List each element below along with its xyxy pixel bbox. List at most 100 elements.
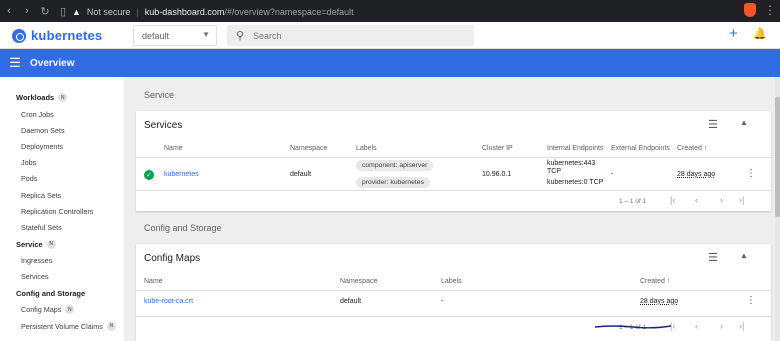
header-divider: [136, 157, 771, 158]
column-header-name[interactable]: Name: [144, 278, 163, 285]
sidebar-nav: Workloads N Cron Jobs Daemon Sets Deploy…: [0, 77, 124, 341]
column-header-created[interactable]: Created ↑: [640, 278, 670, 285]
column-header-cluster-ip[interactable]: Cluster IP: [482, 145, 513, 152]
column-header-namespace[interactable]: Namespace: [290, 145, 327, 152]
sidebar-section-label: Config and Storage: [16, 288, 86, 298]
namespace-badge: N: [46, 239, 56, 249]
notifications-bell-icon[interactable]: 🔔: [753, 27, 767, 40]
config-map-name-link[interactable]: kube-root-ca.crt: [144, 298, 193, 305]
last-page-icon[interactable]: ›|: [739, 195, 744, 205]
column-header-name[interactable]: Name: [164, 145, 183, 152]
last-page-icon[interactable]: ›|: [739, 321, 744, 331]
search-input[interactable]: [253, 30, 453, 41]
namespace-badge: N: [65, 305, 75, 315]
sidebar-item-config-maps[interactable]: Config Maps N: [0, 302, 124, 318]
reload-icon[interactable]: ↻: [36, 5, 54, 18]
filter-icon[interactable]: ☰: [708, 251, 718, 264]
first-page-icon[interactable]: |‹: [670, 195, 675, 205]
browser-menu-icon[interactable]: ⋮: [764, 3, 776, 17]
next-page-icon[interactable]: ›: [720, 195, 723, 205]
url-host: kub-dashboard.com: [144, 6, 225, 17]
more-options-icon[interactable]: ⋮: [746, 295, 756, 306]
sidebar-item-label: Config Maps: [21, 305, 62, 315]
sidebar-item-replication-controllers[interactable]: Replication Controllers: [0, 203, 124, 219]
filter-icon[interactable]: ☰: [708, 118, 718, 131]
column-header-created[interactable]: Created ↑: [677, 145, 707, 152]
config-map-labels: -: [441, 298, 444, 305]
column-header-labels[interactable]: Labels: [356, 145, 377, 152]
chevron-up-icon[interactable]: ▲: [740, 251, 748, 260]
kubernetes-logo[interactable]: kubernetes: [12, 28, 102, 43]
namespace-selector[interactable]: default ▼: [133, 25, 217, 46]
namespace-badge: N: [58, 93, 68, 102]
config-map-namespace: default: [340, 298, 362, 305]
more-options-icon[interactable]: ⋮: [746, 168, 756, 179]
services-card: Services ☰ ▲ Name Namespace Labels Clust…: [136, 111, 771, 211]
page-toolbar: ☰ Overview: [0, 49, 780, 77]
dropdown-caret-icon: ▼: [202, 30, 210, 39]
next-page-icon[interactable]: ›: [720, 321, 723, 331]
config-maps-card: Config Maps ☰ ▲ Name Namespace Labels Cr…: [136, 244, 771, 341]
back-icon[interactable]: ‹: [0, 5, 18, 17]
sidebar-section-service[interactable]: Service N: [0, 236, 124, 253]
header-divider: [136, 290, 771, 291]
sidebar-item-deployments[interactable]: Deployments: [0, 138, 124, 154]
section-heading-config-and-storage: Config and Storage: [144, 223, 222, 233]
security-label: Not secure: [86, 6, 131, 17]
row-divider: [136, 316, 771, 317]
browser-toolbar: ‹ › ↻ ▯ ▲ Not secure | kub-dashboard.com…: [0, 0, 780, 22]
service-name-link[interactable]: kubernetes: [164, 171, 199, 178]
hamburger-menu-icon[interactable]: ☰: [0, 55, 30, 71]
create-plus-icon[interactable]: +: [729, 25, 738, 42]
sidebar-item-cron-jobs[interactable]: Cron Jobs: [0, 106, 124, 122]
sidebar-item-services[interactable]: Services: [0, 269, 124, 285]
pen-annotation-mark: [594, 325, 672, 329]
previous-page-icon[interactable]: ‹: [695, 321, 698, 331]
card-title: Services: [144, 120, 183, 131]
label-chip: component: apiserver: [356, 160, 434, 171]
search-box[interactable]: ⚲: [227, 25, 474, 46]
service-cluster-ip: 10.96.0.1: [482, 171, 512, 178]
app-title: kubernetes: [31, 28, 103, 43]
brave-shield-icon[interactable]: [744, 3, 756, 17]
column-header-labels[interactable]: Labels: [441, 278, 462, 285]
sidebar-section-workloads[interactable]: Workloads N: [0, 89, 124, 106]
column-header-namespace[interactable]: Namespace: [340, 278, 377, 285]
previous-page-icon[interactable]: ‹: [695, 195, 698, 205]
sidebar-item-pods[interactable]: Pods: [0, 171, 124, 187]
namespace-badge: N: [106, 321, 116, 331]
scrollbar-thumb[interactable]: [775, 97, 780, 217]
pagination-range: 1 – 1 of 1: [619, 198, 647, 205]
sidebar-item-replica-sets[interactable]: Replica Sets: [0, 187, 124, 203]
warning-icon: ▲: [72, 6, 81, 17]
label-chip: provider: kubernetes: [356, 177, 430, 188]
service-created: 28 days ago: [677, 171, 716, 178]
sidebar-item-daemon-sets[interactable]: Daemon Sets: [0, 122, 124, 138]
internal-endpoint: kubernetes:443: [547, 160, 596, 167]
sidebar-item-stateful-sets[interactable]: Stateful Sets: [0, 219, 124, 235]
main-content: Service Services ☰ ▲ Name Namespace Labe…: [124, 77, 780, 341]
column-header-external-endpoints[interactable]: External Endpoints: [611, 145, 670, 152]
sidebar-item-ingresses[interactable]: Ingresses: [0, 253, 124, 269]
url-path: /#/overview?namespace=default: [224, 6, 354, 17]
config-map-created: 28 days ago: [640, 298, 679, 305]
page-scrollbar[interactable]: [775, 77, 780, 341]
address-bar[interactable]: ▲ Not secure | kub-dashboard.com/#/overv…: [66, 4, 726, 19]
sidebar-item-label: Persistent Volume Claims: [21, 321, 103, 331]
forward-icon[interactable]: ›: [18, 5, 36, 17]
chevron-up-icon[interactable]: ▲: [740, 118, 748, 127]
app-header: kubernetes default ▼ ⚲ + 🔔: [0, 22, 780, 49]
section-heading-service: Service: [144, 90, 175, 100]
column-header-internal-endpoints[interactable]: Internal Endpoints: [547, 145, 603, 152]
check-circle-icon: ✓: [144, 170, 154, 180]
sidebar-item-persistent-volume-claims[interactable]: Persistent Volume Claims N: [0, 318, 124, 334]
internal-endpoint: kubernetes:0 TCP: [547, 179, 604, 186]
sidebar-section-label: Workloads: [16, 93, 55, 102]
row-divider: [136, 190, 771, 191]
sidebar-section-config-and-storage[interactable]: Config and Storage: [0, 285, 124, 302]
page-title: Overview: [30, 57, 75, 69]
sidebar-item-jobs[interactable]: Jobs: [0, 155, 124, 171]
namespace-value: default: [142, 31, 170, 41]
service-external-endpoints: -: [611, 171, 614, 178]
service-namespace: default: [290, 171, 312, 178]
